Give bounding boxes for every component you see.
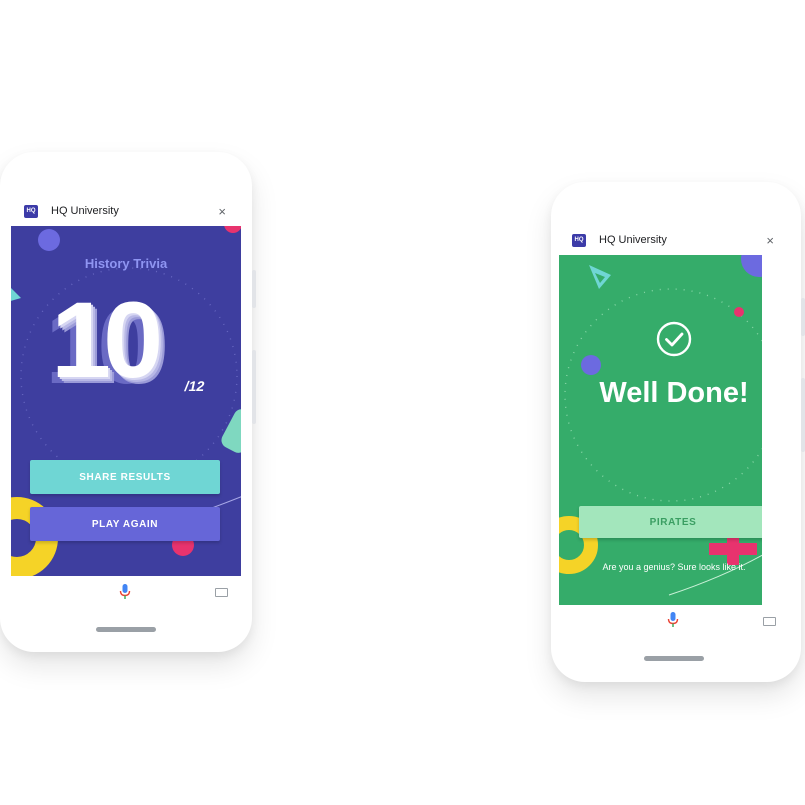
result-caption: Are you a genius? Sure looks like it.: [602, 562, 746, 572]
score-value: 10: [51, 279, 163, 400]
score-total: /12: [183, 378, 207, 394]
keyboard-icon[interactable]: [763, 617, 776, 626]
check-circle-icon: [656, 321, 692, 357]
play-again-button[interactable]: PLAY AGAIN: [30, 507, 220, 541]
category-title: History Trivia: [84, 256, 168, 271]
right-app-bar: HQ HQ University ×: [572, 226, 778, 254]
teal-rounded-shape-right: [221, 409, 241, 453]
app-title: HQ University: [51, 205, 119, 217]
pirates-answer-button[interactable]: PIRATES: [579, 506, 762, 538]
keyboard-icon[interactable]: [215, 588, 228, 597]
teal-triangle-left: [11, 288, 21, 301]
purple-blob-top-right: [741, 255, 762, 277]
left-trivia-screen: History Trivia 10 10 /12 SHARE RESULTS P…: [11, 226, 241, 576]
left-phone-side-button-lower: [252, 350, 256, 424]
left-home-indicator[interactable]: [96, 627, 156, 632]
left-phone-side-button-upper: [252, 270, 256, 308]
app-title: HQ University: [599, 234, 667, 246]
pink-dot: [734, 307, 744, 317]
pink-dot-top: [224, 226, 241, 233]
right-phone-side-button-lower: [801, 378, 805, 452]
mic-icon[interactable]: [667, 612, 679, 628]
headline: Well Done!: [599, 377, 749, 409]
light-arc: [668, 554, 762, 596]
right-home-indicator[interactable]: [644, 656, 704, 661]
right-result-screen: Well Done! PIRATES Are you a genius? Sur…: [559, 255, 762, 605]
mic-icon[interactable]: [119, 584, 131, 600]
purple-dot: [581, 355, 601, 375]
close-icon[interactable]: ×: [218, 204, 226, 219]
left-app-bar: HQ HQ University ×: [24, 197, 230, 225]
hq-logo-icon: HQ: [24, 204, 38, 218]
right-decorations: [559, 255, 762, 596]
hq-logo-icon: HQ: [572, 233, 586, 247]
close-icon[interactable]: ×: [766, 233, 774, 248]
purple-dot: [38, 229, 60, 251]
share-results-button[interactable]: SHARE RESULTS: [30, 460, 220, 494]
right-phone-side-button-upper: [801, 298, 805, 336]
